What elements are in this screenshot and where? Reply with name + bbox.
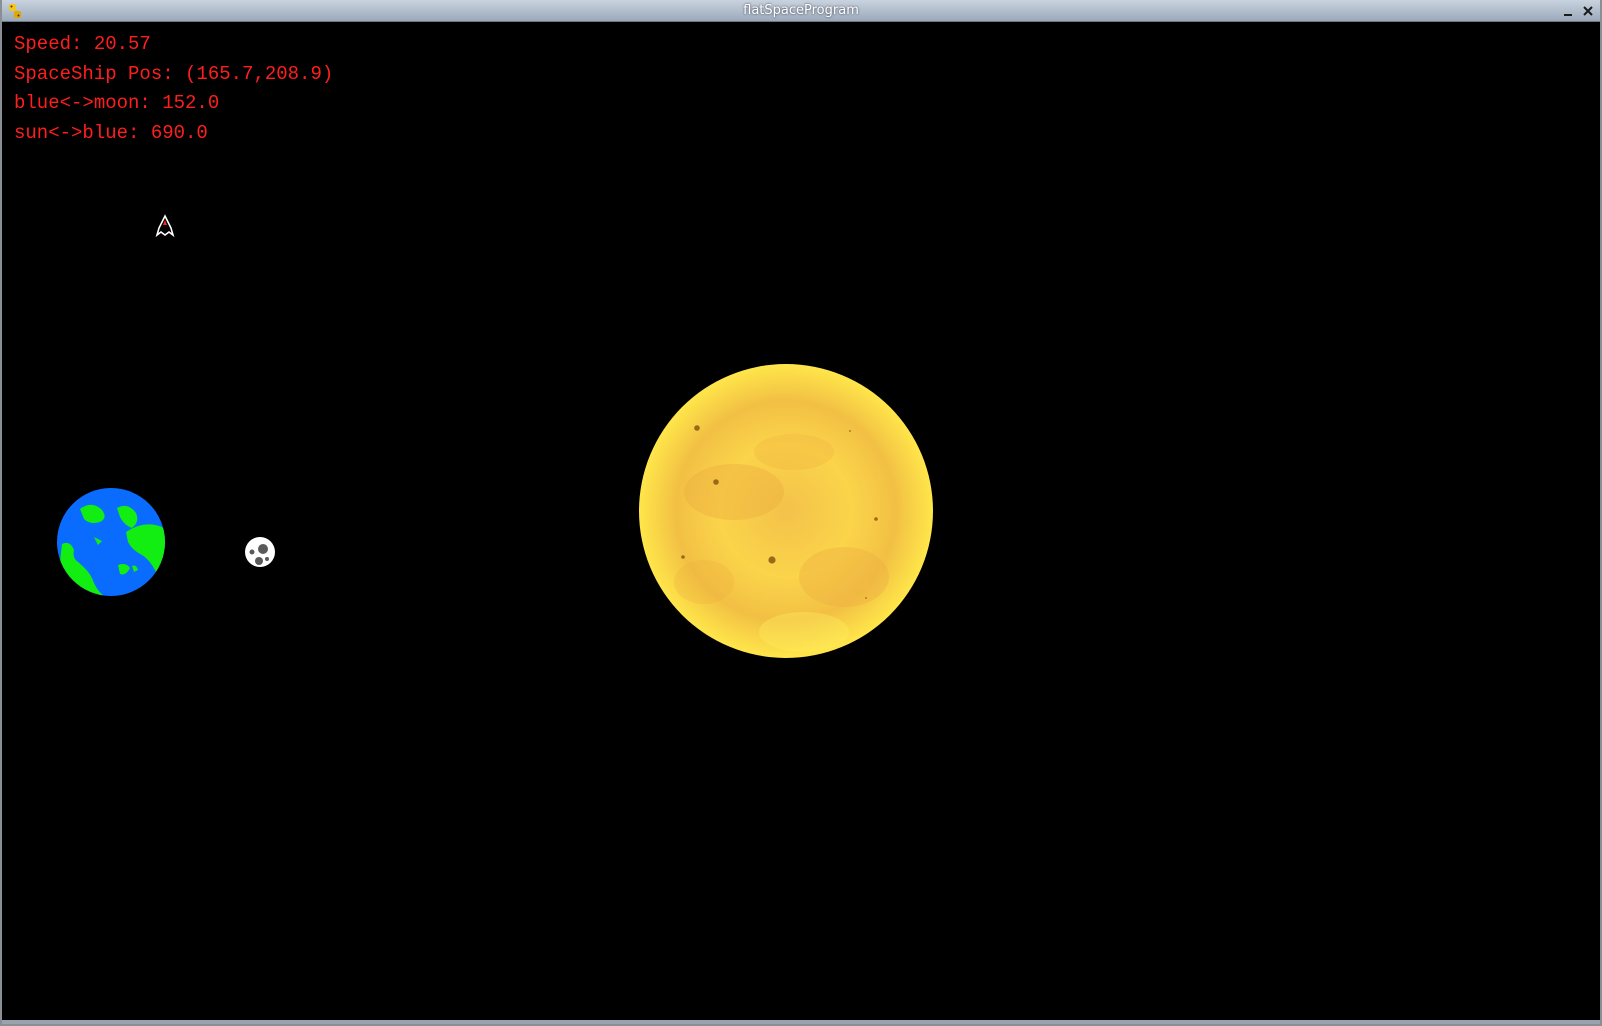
sun (639, 364, 933, 658)
app-window: flatSpaceProgram Speed: 20.57 SpaceShip … (0, 0, 1602, 1026)
title-bar[interactable]: flatSpaceProgram (2, 0, 1600, 22)
minimize-icon (1564, 14, 1572, 16)
blue-planet (57, 488, 165, 596)
spaceship-sprite (155, 214, 175, 238)
window-title: flatSpaceProgram (743, 3, 859, 18)
close-button[interactable] (1580, 3, 1596, 19)
minimize-button[interactable] (1560, 3, 1576, 19)
scene (57, 214, 933, 658)
window-bottom-border (2, 1020, 1600, 1024)
game-canvas[interactable]: Speed: 20.57 SpaceShip Pos: (165.7,208.9… (4, 22, 1600, 1024)
close-icon (1583, 6, 1593, 16)
moon (245, 537, 275, 567)
